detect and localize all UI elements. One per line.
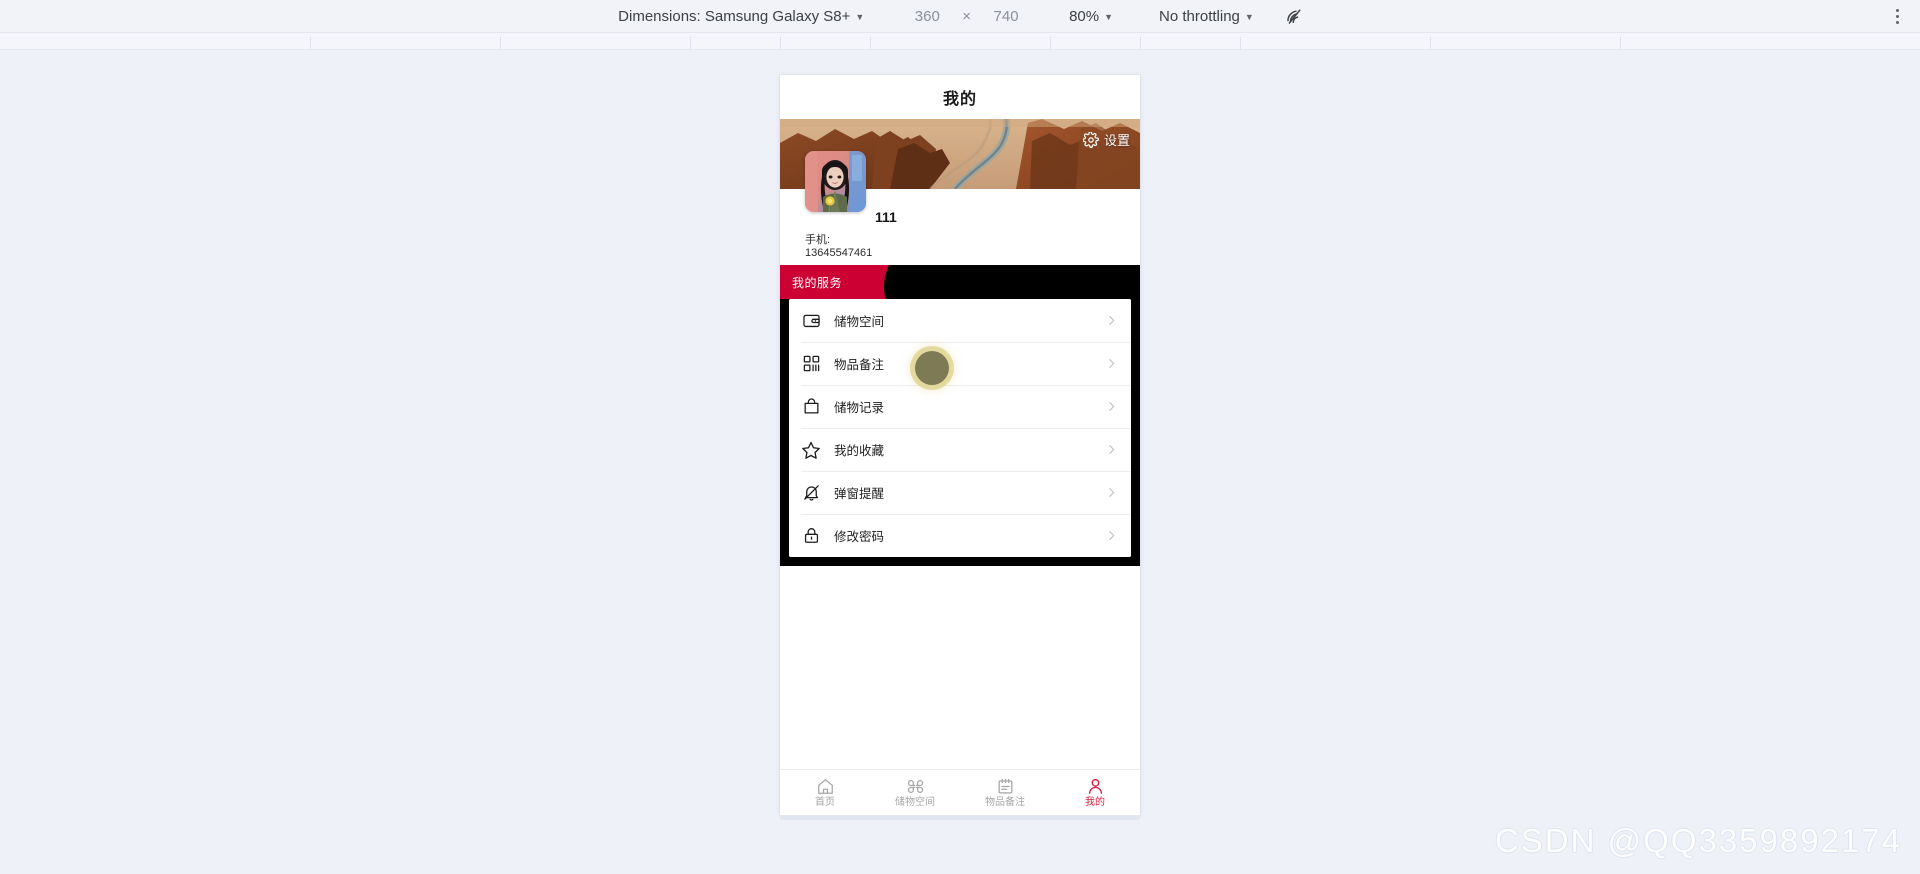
chevron-down-icon: ▼ xyxy=(1104,11,1114,22)
ruler-tick xyxy=(1430,37,1431,50)
tab-storage-space[interactable]: 储物空间 xyxy=(870,770,960,815)
note-icon xyxy=(996,777,1015,796)
ruler-tick xyxy=(1620,37,1621,50)
bottom-tabbar: 首页 储物空间 物品备注 我的 xyxy=(780,769,1140,815)
menu-item-label: 物品备注 xyxy=(834,358,885,372)
dimensions-group: Dimensions: Samsung Galaxy S8+ ▼ × 80% ▼… xyxy=(612,5,1308,27)
device-preset-select[interactable]: Dimensions: Samsung Galaxy S8+ ▼ xyxy=(612,6,870,27)
profile-section: 111 手机: 13645547461 xyxy=(780,151,1140,265)
chevron-right-icon xyxy=(1105,400,1118,413)
qr-grid-icon xyxy=(801,354,821,374)
menu-item-label: 储物记录 xyxy=(834,401,885,415)
app-titlebar: 我的 xyxy=(780,75,1140,119)
star-icon xyxy=(801,440,821,460)
ruler-tick xyxy=(1140,37,1141,50)
devtools-device-toolbar: Dimensions: Samsung Galaxy S8+ ▼ × 80% ▼… xyxy=(0,0,1920,33)
tab-profile[interactable]: 我的 xyxy=(1050,770,1140,815)
content-filler xyxy=(780,566,1140,769)
throttling-select[interactable]: No throttling ▼ xyxy=(1153,6,1260,27)
tab-label: 储物空间 xyxy=(895,797,935,808)
services-menu-card: 储物空间 物品备注 储物记录 我的收藏 弹窗提醒 修改密码 xyxy=(789,299,1131,557)
throttling-label: No throttling xyxy=(1159,7,1240,25)
kebab-dot xyxy=(1895,8,1899,12)
settings-label: 设置 xyxy=(1103,133,1130,148)
ruler-tick xyxy=(1240,37,1241,50)
menu-item-storage-records[interactable]: 储物记录 xyxy=(789,385,1131,428)
ruler-tick xyxy=(780,37,781,50)
ruler-tick xyxy=(1050,37,1051,50)
chevron-right-icon xyxy=(1105,357,1118,370)
profile-phone-value: 13645547461 xyxy=(805,247,873,259)
zoom-select[interactable]: 80% ▼ xyxy=(1063,6,1119,27)
more-vertical-icon[interactable] xyxy=(1886,4,1908,28)
dimension-separator: × xyxy=(962,7,972,25)
tab-item-notes[interactable]: 物品备注 xyxy=(960,770,1050,815)
wallet-icon xyxy=(801,311,821,331)
menu-item-change-password[interactable]: 修改密码 xyxy=(789,514,1131,557)
ruler-tick xyxy=(500,37,501,50)
tab-home[interactable]: 首页 xyxy=(780,770,870,815)
device-preset-label: Dimensions: Samsung Galaxy S8+ xyxy=(618,7,851,25)
profile-name: 111 xyxy=(875,209,897,225)
menu-item-my-favorites[interactable]: 我的收藏 xyxy=(789,428,1131,471)
ruler-tick xyxy=(690,37,691,50)
zoom-label: 80% xyxy=(1069,7,1100,25)
services-panel: 我的服务 储物空间 物品备注 储物记录 我的收藏 弹窗提醒 修改密码 xyxy=(780,265,1140,566)
chevron-right-icon xyxy=(1105,314,1118,327)
settings-button[interactable]: 设置 xyxy=(1082,130,1130,149)
menu-item-label: 修改密码 xyxy=(834,530,885,544)
menu-item-label: 储物空间 xyxy=(834,315,885,329)
kebab-dot xyxy=(1895,14,1899,18)
services-section-title: 我的服务 xyxy=(792,276,843,290)
lock-icon xyxy=(801,526,821,546)
menu-item-popup-reminder[interactable]: 弹窗提醒 xyxy=(789,471,1131,514)
ruler-tick xyxy=(870,37,871,50)
viewport-ruler-horizontal xyxy=(0,33,1920,50)
gear-icon xyxy=(1082,131,1099,148)
viewport-width-input[interactable] xyxy=(904,5,951,27)
bell-off-icon xyxy=(801,483,821,503)
menu-item-item-notes[interactable]: 物品备注 xyxy=(789,342,1131,385)
tab-label: 物品备注 xyxy=(985,797,1025,808)
chevron-right-icon xyxy=(1105,486,1118,499)
emulation-stage: 我的 设置 111 手机: 13645547461 我的服务 储物空间 物品备注… xyxy=(0,50,1920,874)
tab-label: 我的 xyxy=(1085,797,1105,808)
avatar[interactable] xyxy=(805,151,866,212)
viewport-height-input[interactable] xyxy=(983,5,1030,27)
chevron-down-icon: ▼ xyxy=(855,11,865,22)
profile-phone-label: 手机: xyxy=(805,234,831,246)
menu-item-label: 弹窗提醒 xyxy=(834,487,885,501)
chevron-right-icon xyxy=(1105,443,1118,456)
shopping-bag-icon xyxy=(801,397,821,417)
ruler-tick xyxy=(310,37,311,50)
kebab-dot xyxy=(1895,20,1899,24)
clover-grid-icon xyxy=(906,777,925,796)
wifi-throttle-icon[interactable] xyxy=(1282,5,1308,27)
person-icon xyxy=(1086,777,1105,796)
menu-item-storage-space[interactable]: 储物空间 xyxy=(789,299,1131,342)
services-header: 我的服务 xyxy=(780,265,1140,299)
chevron-down-icon: ▼ xyxy=(1244,11,1254,22)
page-title: 我的 xyxy=(942,91,977,108)
chevron-right-icon xyxy=(1105,529,1118,542)
services-accent-curve xyxy=(884,265,984,299)
device-viewport: 我的 设置 111 手机: 13645547461 我的服务 储物空间 物品备注… xyxy=(780,75,1140,815)
home-icon xyxy=(816,777,835,796)
menu-item-label: 我的收藏 xyxy=(834,444,885,458)
tab-label: 首页 xyxy=(815,797,835,808)
viewport-scroll-indicator[interactable] xyxy=(780,815,1140,820)
